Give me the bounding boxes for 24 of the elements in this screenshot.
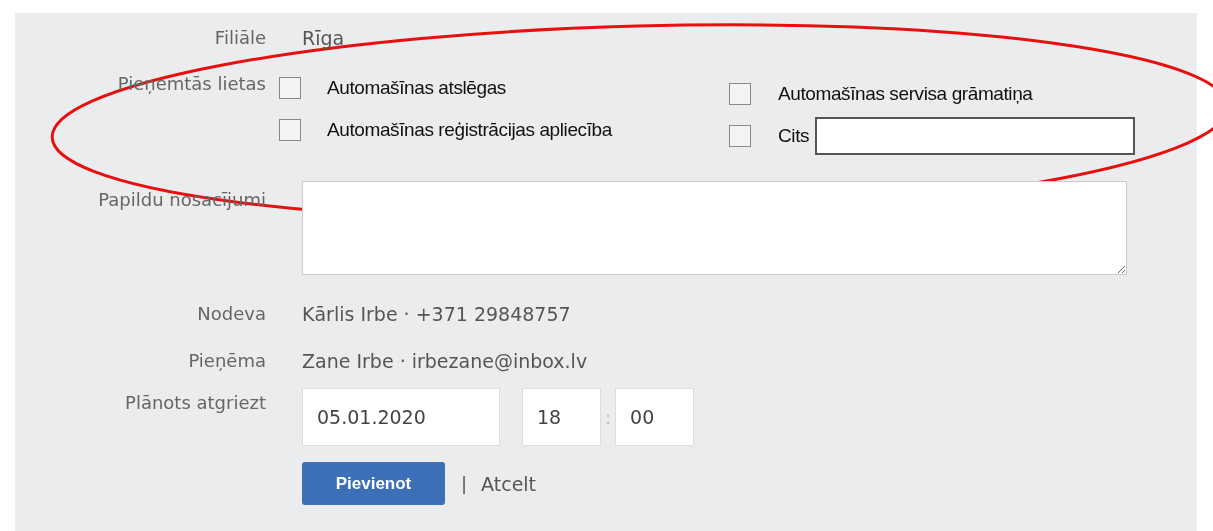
separator: | [461, 473, 468, 494]
hour-field[interactable]: 18 [522, 388, 601, 446]
checkbox[interactable] [729, 83, 751, 105]
field-value: Kārlis Irbe · +371 29848757 [302, 303, 571, 325]
cancel-link[interactable]: Atcelt [481, 472, 537, 495]
field-label: Filiāle [213, 27, 266, 48]
field-value: Rīga [302, 27, 345, 49]
minute-field[interactable]: 00 [615, 388, 695, 446]
time-separator: : [605, 406, 612, 428]
checkbox-label: Automašīnas atslēgas [327, 77, 506, 99]
field-label: Pieņēma [187, 350, 266, 371]
checkbox-label: Automašīnas servisa grāmatiņa [778, 83, 1033, 105]
field-value: Zane Irbe · irbezane@inbox.lv [302, 350, 588, 372]
text-area[interactable] [302, 181, 1127, 275]
checkbox-label: Cits [778, 125, 810, 147]
add-button[interactable]: Pievienot [302, 462, 445, 505]
checkbox-label: Automašīnas reģistrācijas apliecība [327, 119, 612, 141]
checkbox[interactable] [279, 119, 301, 141]
field-label: Nodeva [196, 303, 266, 324]
date-field[interactable]: 05.01.2020 [302, 388, 500, 446]
checkbox[interactable] [279, 77, 301, 99]
input-field[interactable] [815, 117, 1136, 155]
field-label: Plānots atgriezt [124, 392, 266, 413]
checkbox[interactable] [729, 125, 751, 147]
